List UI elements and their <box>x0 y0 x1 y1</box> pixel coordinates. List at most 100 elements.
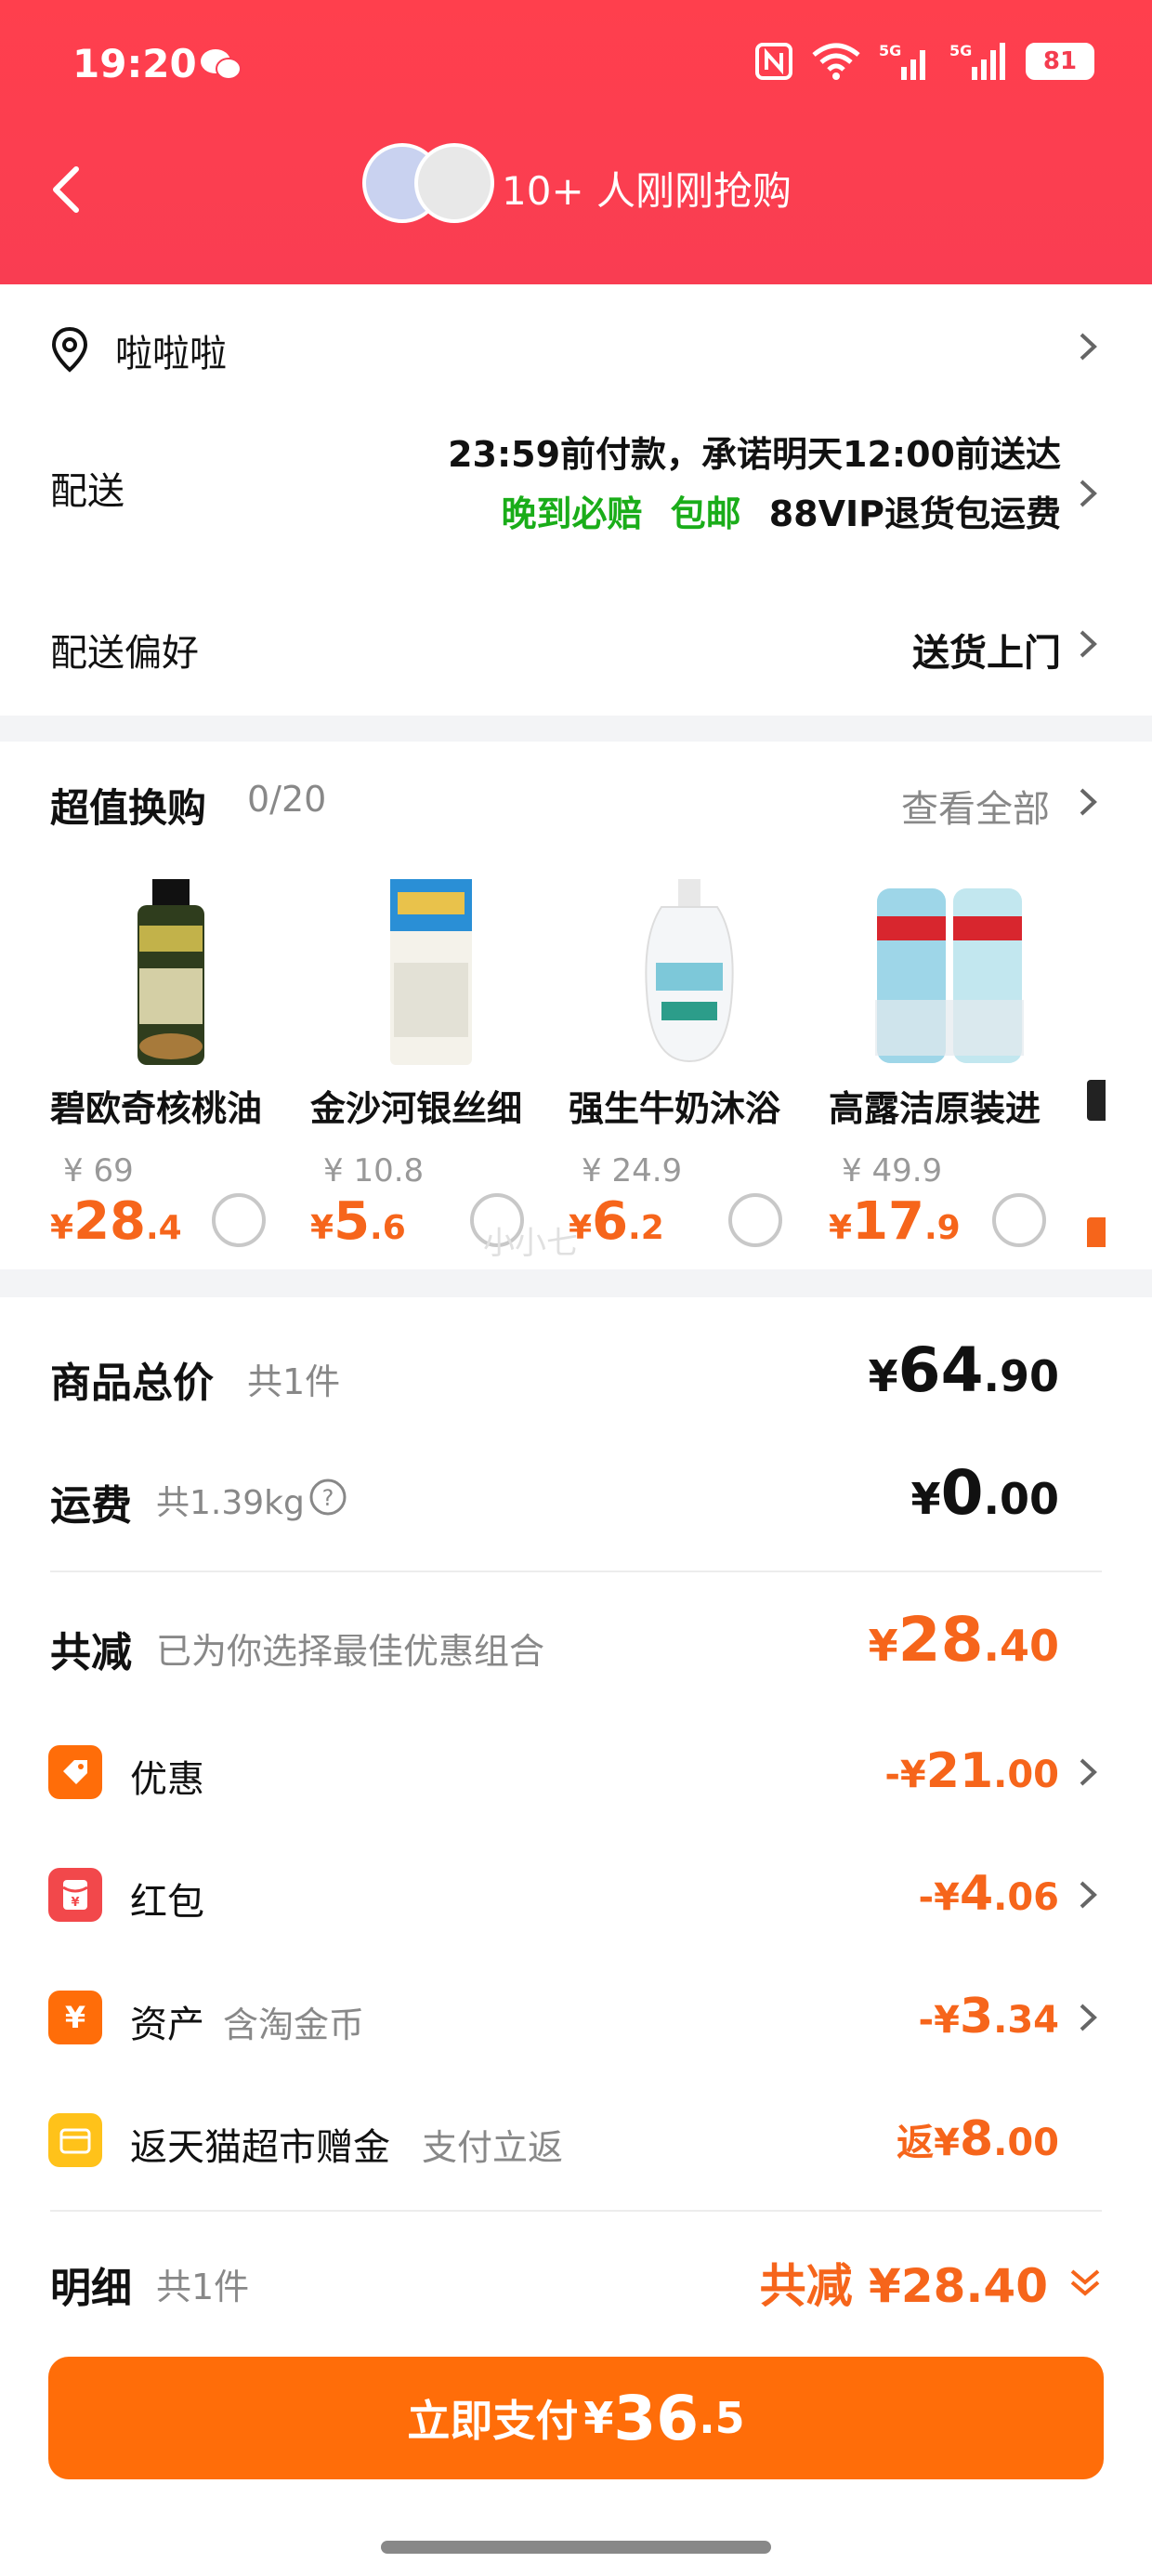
select-radio[interactable] <box>212 1193 266 1247</box>
discount-label: 优惠 <box>130 1758 204 1801</box>
product-orig-price: ¥ 49.9 <box>842 1152 943 1189</box>
wallet-icon <box>48 2113 102 2167</box>
chevron-right-icon <box>1080 630 1097 658</box>
discount-amount: -¥21.00 <box>884 1743 1059 1799</box>
product-deal-price: ¥17.9 <box>829 1191 961 1252</box>
detail-row[interactable]: 明细 共1件 共减 ¥28.40 <box>0 2227 1152 2329</box>
signal-5g-icon: 5G <box>879 42 925 80</box>
product-name: 强生牛奶沐浴 <box>569 1088 781 1129</box>
detail-count: 共1件 <box>156 2267 250 2307</box>
address-text: 啦啦啦 <box>115 333 227 375</box>
wechat-icon <box>201 49 242 80</box>
battery-icon: 81 <box>1026 43 1094 80</box>
discount-sub: 支付立返 <box>422 2127 564 2168</box>
svg-text:5G: 5G <box>949 42 972 59</box>
discount-row-cashback[interactable]: 返天猫超市赠金 支付立返 返¥8.00 <box>0 2089 1152 2191</box>
watermark: 小小七 <box>483 1225 578 1262</box>
goods-total-amount: ¥64.90 <box>868 1334 1059 1406</box>
total-discount-desc: 已为你选择最佳优惠组合 <box>156 1631 545 1672</box>
select-radio[interactable] <box>992 1193 1046 1247</box>
delivery-pref-value: 送货上门 <box>912 632 1061 675</box>
tag-icon <box>48 1745 102 1799</box>
delivery-label: 配送 <box>50 470 124 513</box>
status-time: 19:20 <box>72 41 197 86</box>
divider <box>50 2210 1102 2212</box>
delivery-promise: 23:59前付款，承诺明天12:00前送达 <box>448 434 1061 475</box>
back-icon[interactable] <box>41 162 97 217</box>
chevron-right-icon <box>1080 480 1097 507</box>
header: 19:20 5G 5G 81 10+ 人刚刚抢购 <box>0 0 1152 284</box>
product-deal-price: ¥28.4 <box>50 1191 182 1252</box>
swap-card: 超值换购 0/20 查看全部 碧欧奇核桃油 ¥ 69 ¥28.4 金沙河银丝细 … <box>0 742 1152 1269</box>
shipping-label: 运费 <box>50 1482 132 1530</box>
product-name: 碧欧奇核桃油 <box>50 1088 263 1129</box>
goods-total-label: 商品总价 <box>50 1360 214 1407</box>
discount-row-coupon[interactable]: 优惠 -¥21.00 <box>0 1721 1152 1823</box>
discount-row-red-packet[interactable]: ¥ 红包 -¥4.06 <box>0 1844 1152 1946</box>
avatar <box>414 143 494 223</box>
delivery-pref-label: 配送偏好 <box>50 632 199 675</box>
select-radio[interactable] <box>728 1193 782 1247</box>
delivery-pref-row[interactable]: 配送偏好 送货上门 <box>0 591 1152 703</box>
discount-amount: 返¥8.00 <box>897 2111 1059 2167</box>
wifi-icon <box>812 43 860 80</box>
swap-count: 0/20 <box>247 779 327 820</box>
swap-title: 超值换购 <box>50 785 207 831</box>
discount-amount: -¥4.06 <box>918 1866 1059 1922</box>
total-discount-amount: ¥28.40 <box>868 1604 1059 1676</box>
swap-products: 碧欧奇核桃油 ¥ 69 ¥28.4 金沙河银丝细 ¥ 10.8 ¥5.6 强生牛… <box>50 879 1152 1252</box>
return-shipping-tag: 88VIP退货包运费 <box>768 493 1061 534</box>
detail-label: 明细 <box>50 2265 132 2312</box>
product-deal-price: ¥6.2 <box>569 1191 664 1252</box>
free-shipping-tag: 包邮 <box>670 493 741 534</box>
goods-total-count: 共1件 <box>247 1361 341 1402</box>
svg-text:?: ? <box>322 1485 334 1511</box>
product-orig-price: ¥ 10.8 <box>323 1152 425 1189</box>
chevron-right-icon <box>1080 333 1097 361</box>
chevron-right-icon <box>1080 1758 1097 1786</box>
see-all-link[interactable]: 查看全部 <box>901 779 1050 833</box>
late-compensation-tag: 晚到必赔 <box>501 493 643 534</box>
chevron-down-icon <box>1070 2269 1100 2296</box>
nfc-icon <box>755 43 792 80</box>
buyer-avatars <box>362 143 494 223</box>
status-icons: 5G 5G 81 <box>754 41 1094 82</box>
product-deal-price: ¥5.6 <box>310 1191 406 1252</box>
delivery-tags: 晚到必赔 包邮 88VIP退货包运费 <box>502 485 1062 536</box>
product-image <box>390 879 472 1065</box>
delivery-card: 啦啦啦 配送 23:59前付款，承诺明天12:00前送达 晚到必赔 包邮 88V… <box>0 284 1152 716</box>
product-name: 高露洁原装进 <box>829 1088 1041 1129</box>
product-orig-price: ¥ 24.9 <box>582 1152 683 1189</box>
signal-5g-icon-2: 5G <box>949 42 1005 80</box>
home-indicator[interactable] <box>381 2541 771 2554</box>
chevron-right-icon <box>1080 1881 1097 1909</box>
help-icon[interactable]: ? <box>308 1478 347 1517</box>
discount-label: 资产 <box>130 2004 204 2046</box>
product-orig-price: ¥ 69 <box>63 1152 134 1189</box>
pay-now-button[interactable]: 立即支付 ¥ 36 .5 <box>48 2357 1104 2479</box>
swap-product-partial[interactable] <box>1087 1080 1106 1247</box>
discount-sub: 含淘金币 <box>223 2004 365 2045</box>
product-image <box>645 879 734 1063</box>
status-bar: 19:20 5G 5G 81 <box>0 0 1152 139</box>
product-image <box>875 888 1024 1063</box>
shipping-weight: 共1.39kg <box>156 1484 305 1522</box>
red-packet-icon: ¥ <box>48 1868 102 1922</box>
chevron-right-icon <box>1080 788 1097 816</box>
nav-bar: 10+ 人刚刚抢购 <box>0 139 1152 251</box>
discount-row-assets[interactable]: ¥ 资产 含淘金币 -¥3.34 <box>0 1966 1152 2069</box>
delivery-row[interactable]: 配送 23:59前付款，承诺明天12:00前送达 晚到必赔 包邮 88VIP退货… <box>0 405 1152 582</box>
discount-label: 返天猫超市赠金 <box>130 2126 390 2169</box>
product-name: 金沙河银丝细 <box>310 1088 523 1129</box>
svg-text:¥: ¥ <box>71 1896 79 1910</box>
svg-text:5G: 5G <box>879 42 901 59</box>
discount-amount: -¥3.34 <box>918 1989 1059 2044</box>
yuan-coin-icon: ¥ <box>48 1991 102 2044</box>
location-pin-icon <box>51 326 88 373</box>
total-discount-label: 共减 <box>50 1629 132 1676</box>
detail-total-discount: 共减 ¥28.40 <box>759 2259 1048 2313</box>
address-row[interactable]: 啦啦啦 <box>0 284 1152 405</box>
nav-title: 10+ 人刚刚抢购 <box>502 168 792 214</box>
product-image <box>137 879 204 1065</box>
chevron-right-icon <box>1080 2004 1097 2031</box>
